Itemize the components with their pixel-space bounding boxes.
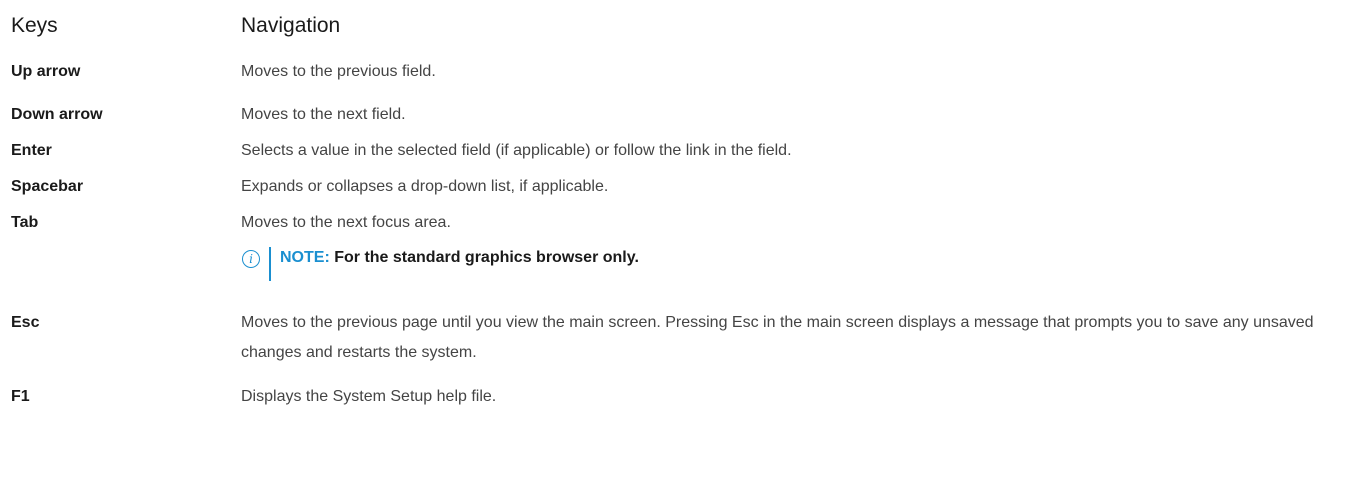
key-cell: F1	[11, 388, 30, 405]
key-cell: Esc	[11, 314, 40, 331]
description-cell: Displays the System Setup help file.	[241, 388, 497, 405]
note-callout: i NOTE: For the standard graphics browse…	[242, 247, 639, 281]
description-cell: Moves to the next focus area.	[241, 214, 451, 231]
description-cell: Moves to the previous page until you vie…	[241, 314, 1314, 361]
description-cell: Moves to the next field.	[241, 106, 406, 123]
description-cell: Selects a value in the selected field (i…	[241, 142, 792, 159]
key-cell: Up arrow	[11, 63, 81, 80]
note-divider	[269, 247, 271, 281]
key-cell: Enter	[11, 142, 52, 159]
keys-column-header: Keys	[11, 14, 58, 37]
info-icon: i	[242, 250, 260, 268]
note-text: NOTE: For the standard graphics browser …	[280, 247, 639, 269]
key-cell: Tab	[11, 214, 39, 231]
note-body: For the standard graphics browser only.	[334, 249, 639, 266]
description-cell: Expands or collapses a drop-down list, i…	[241, 178, 609, 195]
key-cell: Down arrow	[11, 106, 103, 123]
description-cell: Moves to the previous field.	[241, 63, 436, 80]
navigation-column-header: Navigation	[241, 14, 341, 37]
key-cell: Spacebar	[11, 178, 84, 195]
note-label: NOTE:	[280, 249, 330, 266]
